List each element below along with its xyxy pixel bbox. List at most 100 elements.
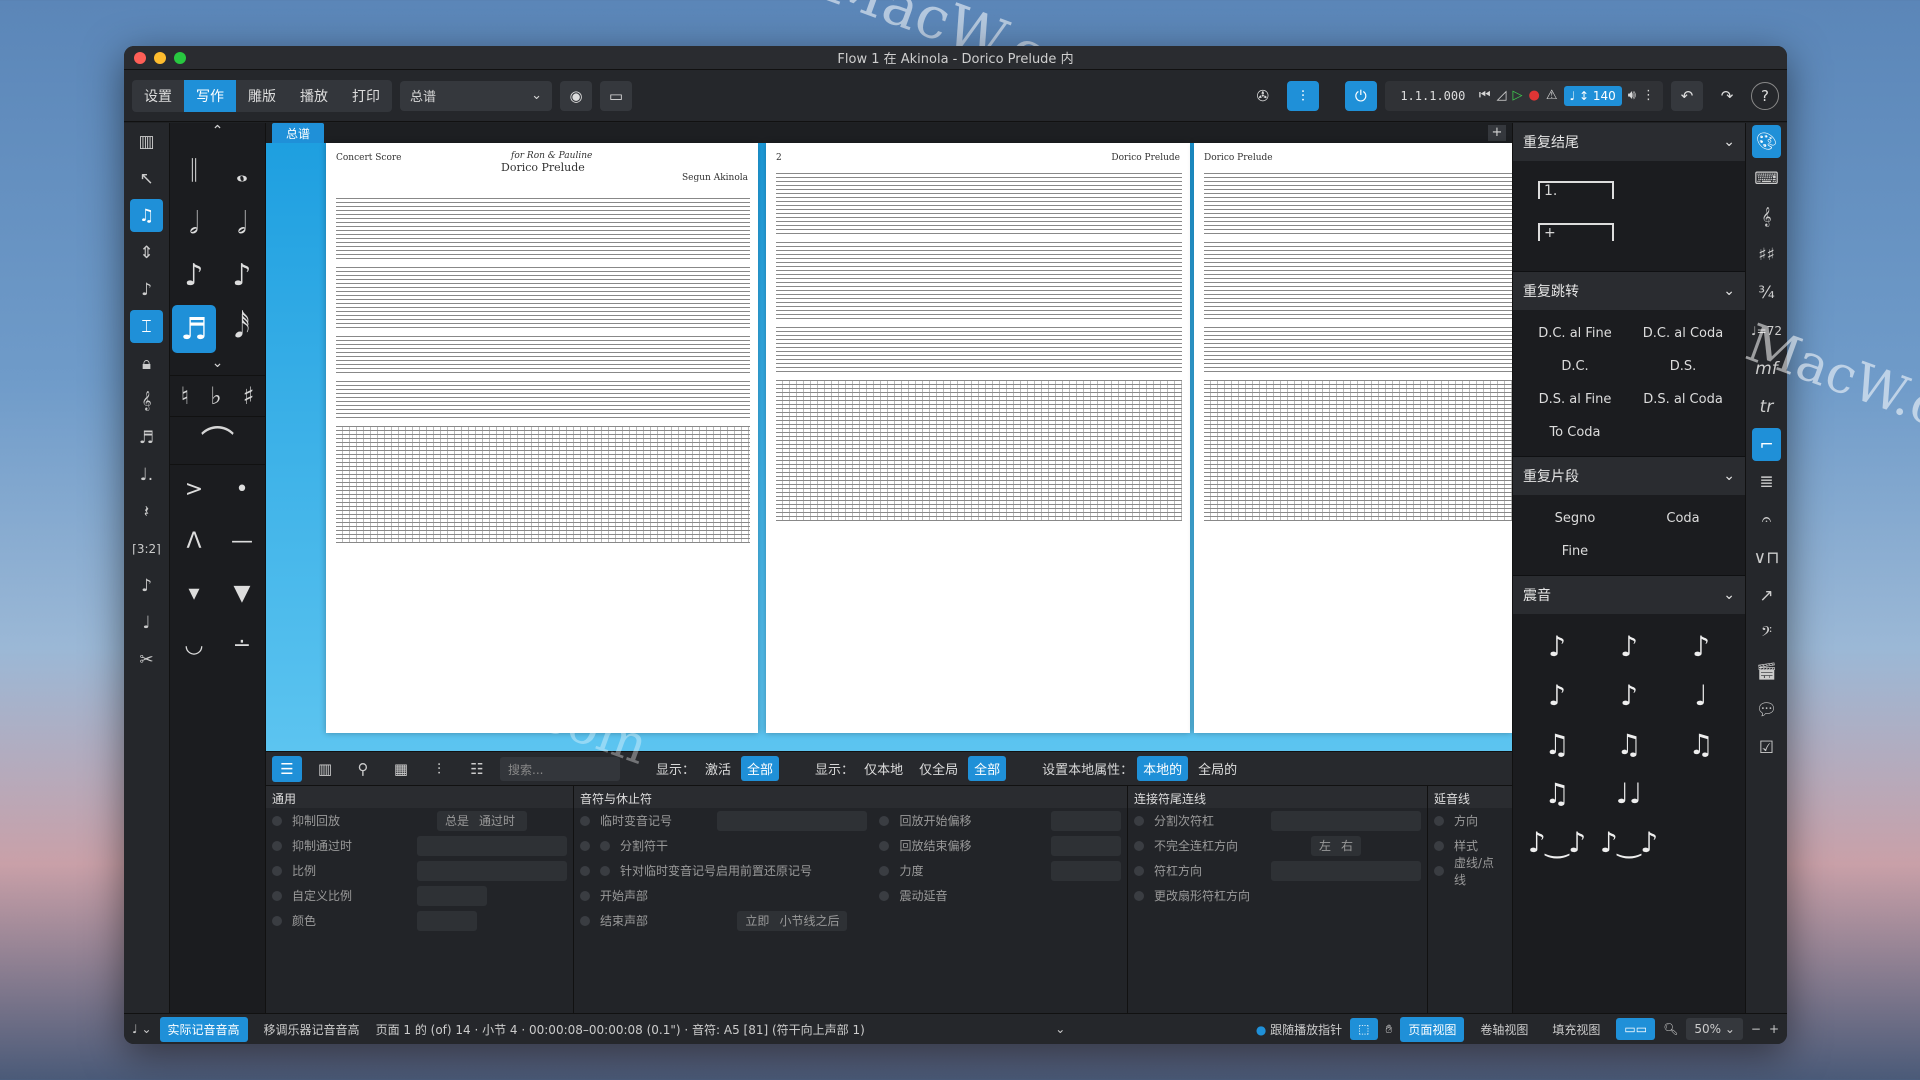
metronome-icon[interactable]: ◿ (1497, 88, 1507, 103)
score-page-2[interactable]: 2 Dorico Prelude (766, 143, 1190, 733)
fermata-icon[interactable]: ◡ (170, 621, 218, 669)
bars-icon[interactable]: ≣ (1746, 463, 1787, 501)
section-header[interactable]: 重复跳转 ⌄ (1513, 272, 1745, 310)
accent-icon[interactable]: > (170, 465, 218, 513)
select-tool-button[interactable]: ⬚ (1350, 1018, 1378, 1040)
layout-select[interactable]: 总谱 ⌄ (400, 80, 552, 111)
zoom-select[interactable]: 50% ⌄ (1686, 1018, 1743, 1040)
play-icon[interactable]: ▷ (1513, 88, 1523, 103)
more-icon[interactable]: ⋮ (1642, 88, 1655, 103)
property-row[interactable]: 震动延音 (873, 883, 1127, 908)
property-row[interactable]: 自定义比例 (266, 883, 573, 908)
slur-icon[interactable]: ⌒ (170, 416, 265, 464)
staccatissimo-icon[interactable]: ▾ (170, 569, 218, 617)
tie-icon[interactable]: ♩ (124, 604, 169, 641)
property-row[interactable]: 分割次符杠 (1128, 808, 1427, 833)
tremolo-tied-1-icon[interactable]: ♪‿♪ (1521, 826, 1593, 859)
natural-icon[interactable]: ♮ (181, 382, 190, 410)
score-page-3[interactable]: Dorico Prelude (1194, 143, 1512, 733)
tremolo-3-stroke-icon[interactable]: ♪ (1665, 630, 1737, 663)
mixer-button[interactable]: ⫶ (1286, 80, 1319, 111)
add-tab-icon[interactable]: + (1488, 125, 1506, 141)
tenuto-staccato-icon[interactable]: ∸ (218, 621, 266, 669)
zoom-out-icon[interactable]: − (1751, 1022, 1761, 1036)
redo-button[interactable]: ↷ (1711, 81, 1743, 111)
click-icon[interactable]: ⚠ (1546, 88, 1558, 103)
marker-item[interactable]: Fine (1521, 538, 1629, 565)
tremolo-tied-2-icon[interactable]: ♪‿♪ (1593, 826, 1665, 859)
undo-button[interactable]: ↶ (1671, 80, 1703, 111)
partial-beam-direction-field[interactable]: 左右 (1310, 835, 1361, 856)
view-options-button[interactable]: ◉ (560, 80, 592, 111)
close-button[interactable] (134, 51, 146, 64)
tempo-panel-icon[interactable]: ♩=72 (1746, 312, 1787, 350)
whole-note-icon[interactable]: 𝅝 (218, 147, 266, 195)
scroll-up-icon[interactable]: ⌃ (170, 123, 265, 147)
global-option[interactable]: 全局的 (1192, 756, 1243, 781)
property-row[interactable]: 颜色 (266, 908, 573, 933)
jump-item[interactable]: D.S. (1629, 353, 1737, 380)
spread-view-icon[interactable]: ▭▭ (1616, 1018, 1656, 1040)
tremolo-2-stroke-icon[interactable]: ♪ (1593, 630, 1665, 663)
video-button[interactable]: ✇ (1247, 81, 1279, 111)
concert-pitch-button[interactable]: 实际记音音高 (159, 1016, 248, 1042)
grace-note-icon[interactable]: ♬ (124, 419, 169, 456)
properties-search-input[interactable]: 搜索... (500, 756, 620, 781)
quarter-note-icon[interactable]: ♪ (170, 251, 218, 299)
flat-icon[interactable]: ♭ (210, 382, 221, 410)
half-note-down-icon[interactable]: 𝅗𝅥 (170, 199, 218, 247)
force-duration-icon[interactable]: ⌶ (130, 310, 163, 343)
insert-mode-icon[interactable]: ⇕ (124, 234, 169, 271)
tab-engrave[interactable]: 雕版 (236, 80, 288, 112)
property-row[interactable]: 符杠方向 (1128, 858, 1427, 883)
scroll-view-button[interactable]: 填充视图 (1544, 1017, 1608, 1042)
rhythm-dot-icon[interactable]: ♩. (124, 456, 169, 493)
tremolo-buzz-icon[interactable]: ♪ (1593, 679, 1665, 712)
property-row[interactable]: 虚线/点线 (1428, 856, 1512, 887)
rewind-icon[interactable]: ⏮ (1479, 88, 1491, 103)
jump-item[interactable]: D.C. al Fine (1521, 320, 1629, 347)
window-layout-button[interactable]: ▭ (600, 80, 632, 111)
property-row[interactable]: 结束声部 立即 小节线之后 (574, 908, 873, 933)
property-row[interactable]: 回放开始偏移 (873, 808, 1127, 833)
checklist-icon[interactable]: ☑ (1746, 729, 1787, 767)
lyrics-icon[interactable]: 𝄢 (1746, 615, 1787, 653)
marcato-icon[interactable]: Λ (170, 517, 218, 565)
guitar-icon[interactable]: ⚲ (348, 756, 378, 782)
transposed-pitch-button[interactable]: 移调乐器记音音高 (256, 1017, 368, 1042)
tremolo-4-stroke-icon[interactable]: ♪ (1521, 679, 1593, 712)
zoom-button[interactable] (174, 51, 186, 64)
music-canvas[interactable]: Concert Score for Ron & Pauline Dorico P… (266, 143, 1512, 751)
dynamics-icon[interactable]: mf (1746, 350, 1787, 388)
clef-panel-icon[interactable]: 𝄞 (1746, 198, 1787, 236)
record-icon[interactable]: ● (1529, 88, 1540, 103)
breve-icon[interactable]: 𝄁 (170, 147, 218, 195)
help-button[interactable]: ? (1751, 81, 1779, 110)
clef-icon[interactable]: 𝄞 (124, 382, 169, 419)
score-page-1[interactable]: Concert Score for Ron & Pauline Dorico P… (326, 143, 758, 733)
property-row[interactable]: 抑制通过时 (266, 833, 573, 858)
wedge-icon[interactable]: ▼ (218, 569, 266, 617)
show-global-only-option[interactable]: 仅全局 (913, 756, 964, 781)
select-tool-icon[interactable]: ↖ (124, 160, 169, 197)
playback-suppress-field[interactable]: 总是 通过时 (437, 810, 527, 831)
show-active-option[interactable]: 激活 (699, 756, 737, 781)
volume-icon[interactable]: 🔊︎ (1628, 88, 1636, 103)
sixteenth-note-icon[interactable]: ♬ (172, 305, 216, 353)
tab-write[interactable]: 写作 (184, 79, 236, 112)
jump-item[interactable]: D.S. al Coda (1629, 386, 1737, 413)
tab-setup[interactable]: 设置 (132, 80, 184, 112)
tremolo-1-stroke-icon[interactable]: ♪ (1521, 630, 1593, 663)
zoom-in-icon[interactable]: + (1769, 1022, 1779, 1036)
playing-techniques-icon[interactable]: ∨⊓ (1746, 539, 1787, 577)
cues-icon[interactable]: 🎬︎ (1746, 653, 1787, 691)
rest-icon[interactable]: 𝄽 (124, 493, 169, 530)
keyboard-panel-icon[interactable]: ⌨ (1746, 160, 1787, 198)
scissors-icon[interactable]: ✂ (124, 641, 169, 678)
end-voice-field[interactable]: 立即 小节线之后 (737, 910, 848, 931)
holds-pauses-icon[interactable]: 𝄐 (1746, 501, 1787, 539)
property-row[interactable]: 临时变音记号 (574, 808, 873, 833)
property-row[interactable]: 力度 (873, 858, 1127, 883)
chord-icon[interactable]: ♪ (124, 271, 169, 308)
local-option[interactable]: 本地的 (1137, 756, 1189, 781)
